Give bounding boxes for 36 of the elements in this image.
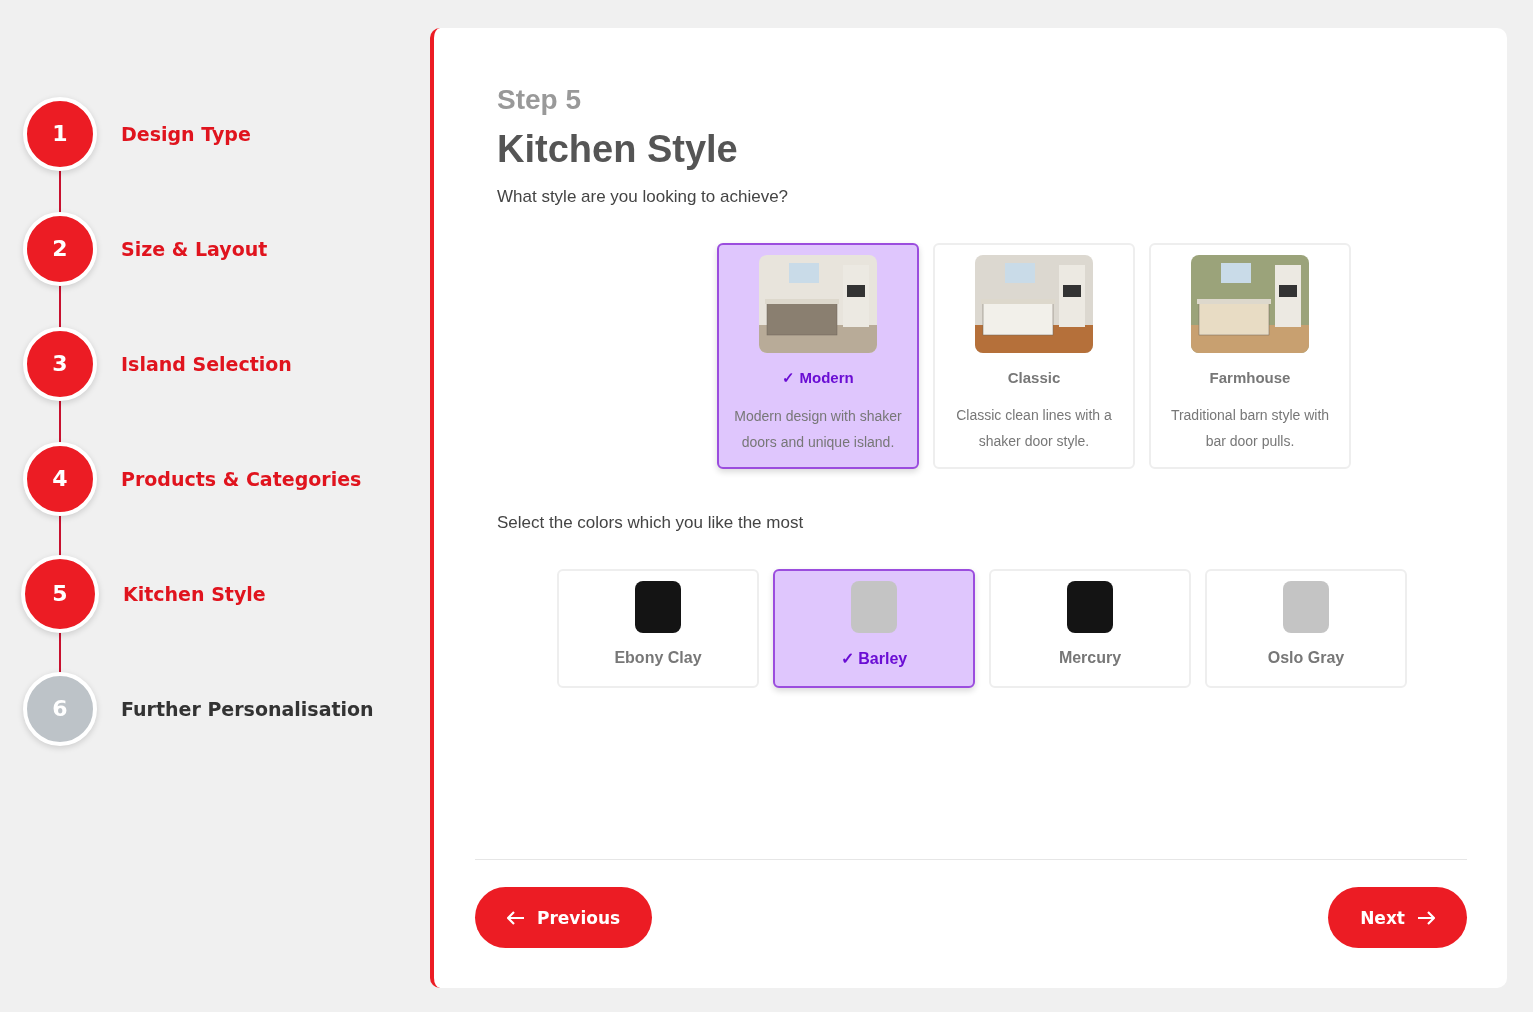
- option-title: ✓ Modern: [782, 369, 854, 387]
- step-label[interactable]: Further Personalisation: [121, 697, 374, 720]
- step-label[interactable]: Kitchen Style: [123, 582, 266, 605]
- arrow-right-icon: [1417, 910, 1435, 925]
- option-description: Modern design with shaker doors and unique island.: [733, 407, 903, 452]
- question-text: Select the colors which you like the most: [497, 513, 805, 533]
- option-description: Classic clean lines with a shaker door style.: [955, 406, 1113, 451]
- option-title: Classic: [1007, 369, 1061, 386]
- option-description: Traditional barn style with bar door pulls.: [1169, 406, 1331, 451]
- question-text: What style are you looking to achieve?: [497, 187, 790, 207]
- color-option[interactable]: ✓ Barley: [773, 569, 975, 688]
- color-option[interactable]: Mercury: [989, 569, 1191, 688]
- color-name: Ebony Clay: [614, 649, 702, 667]
- color-name: Oslo Gray: [1267, 649, 1345, 667]
- step-label[interactable]: Island Selection: [121, 352, 292, 375]
- step-number[interactable]: 2: [23, 211, 97, 286]
- style-option[interactable]: ✓ Modern Modern design with shaker doors and unique island.: [717, 243, 919, 469]
- previous-button[interactable]: Previous: [475, 887, 653, 948]
- color-name: Mercury: [1058, 649, 1122, 667]
- color-name: ✓ Barley: [840, 649, 908, 668]
- style-option[interactable]: Classic Classic clean lines with a shaker door style.: [933, 243, 1135, 469]
- step-heading: Step 5: [497, 84, 583, 116]
- step-number[interactable]: 1: [23, 96, 97, 171]
- step-number[interactable]: 3: [23, 326, 97, 401]
- step-label[interactable]: Design Type: [121, 122, 251, 145]
- page-title: Kitchen Style: [497, 128, 739, 171]
- next-button[interactable]: Next: [1328, 887, 1467, 948]
- color-option[interactable]: Ebony Clay: [557, 569, 759, 688]
- step-label[interactable]: Size & Layout: [121, 237, 268, 260]
- step-number[interactable]: 4: [23, 441, 97, 516]
- step-label[interactable]: Products & Categories: [121, 467, 362, 490]
- color-option[interactable]: Oslo Gray: [1205, 569, 1407, 688]
- arrow-left-icon: [507, 910, 525, 925]
- step-number[interactable]: 5: [21, 554, 99, 633]
- style-option[interactable]: Farmhouse Traditional barn style with bar door pulls.: [1149, 243, 1351, 469]
- option-title: Farmhouse: [1209, 369, 1291, 386]
